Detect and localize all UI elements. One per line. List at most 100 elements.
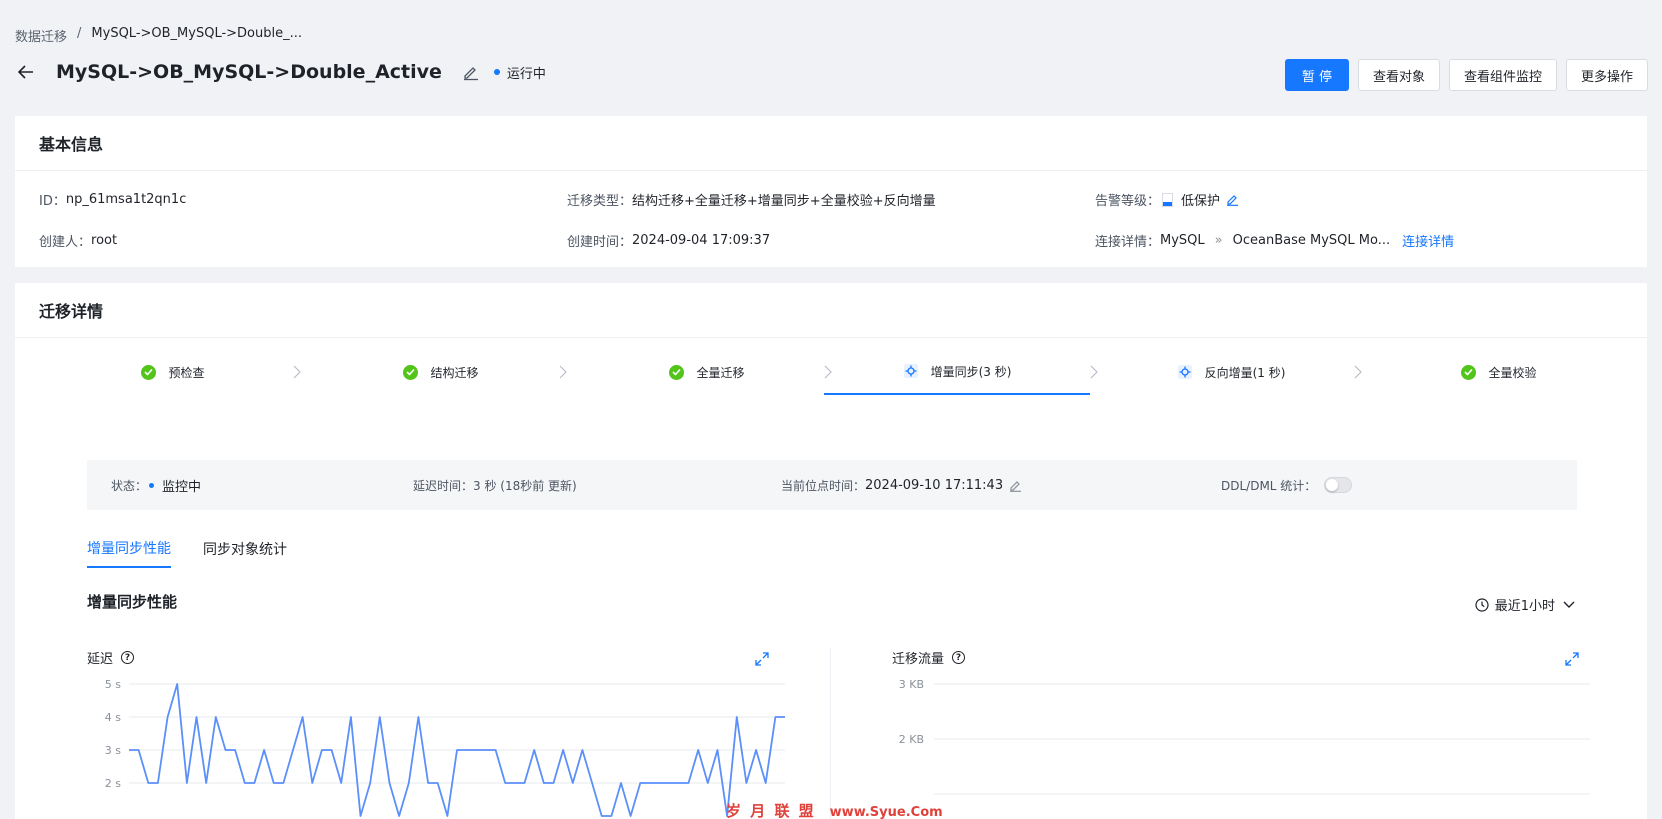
sync-icon (903, 363, 919, 379)
checkpoint-label: 当前位点时间： (781, 478, 866, 493)
more-actions-button[interactable]: 更多操作 (1565, 59, 1648, 91)
ddl-label: DDL/DML 统计： (1221, 478, 1317, 493)
chart-divider (830, 648, 831, 819)
edit-alert-icon[interactable] (1226, 193, 1239, 206)
breadcrumb-current: MySQL->OB_MySQL->Double_... (91, 26, 303, 41)
breadcrumb-separator: / (77, 26, 82, 41)
performance-section-title: 增量同步性能 (87, 593, 178, 611)
info-alert: 告警等级： 低保护 (1095, 190, 1239, 209)
info-id: ID： np_61msa1t2qn1c (39, 190, 186, 209)
alert-label: 告警等级： (1095, 194, 1161, 209)
delay-label: 延迟时间： (413, 478, 474, 493)
edit-checkpoint-icon[interactable] (1009, 479, 1022, 492)
created-value: 2024-09-04 17:09:37 (632, 233, 771, 248)
alert-level-icon (1162, 192, 1174, 207)
delay-chart: 5 s 4 s 3 s 2 s (105, 678, 785, 817)
breadcrumb-root[interactable]: 数据迁移 (15, 26, 67, 45)
step-label: 全量校验 (1488, 365, 1537, 380)
step-precheck[interactable]: 预检查 (47, 349, 299, 395)
status-dot-icon (493, 69, 500, 75)
sub-tabs: 增量同步性能 同步对象统计 (87, 530, 287, 568)
ddl-dml-toggle[interactable] (1324, 477, 1353, 493)
info-connection: 连接详情： MySQL » OceanBase MySQL Mo... 连接详情 (1095, 231, 1454, 250)
info-type: 迁移类型： 结构迁移+全量迁移+增量同步+全量校验+反向增量 (567, 190, 936, 209)
view-objects-button[interactable]: 查看对象 (1357, 59, 1440, 91)
conn-details-link[interactable]: 连接详情 (1402, 231, 1454, 250)
state-value: 监控中 (162, 479, 202, 495)
basic-info-card: 基本信息 ID： np_61msa1t2qn1c 迁移类型： 结构迁移+全量迁移… (15, 116, 1647, 267)
check-icon (403, 364, 419, 380)
alert-value: 低保护 (1181, 194, 1221, 209)
y-tick-label: 2 s (105, 777, 121, 790)
pause-button[interactable]: 暂 停 (1284, 59, 1349, 91)
sync-status-bar: 状态： 监控中 延迟时间： 3 秒 (18秒前 更新) 当前位点时间： 2024… (87, 460, 1577, 510)
chevron-right-icon (1354, 365, 1362, 379)
y-tick-label: 2 KB (899, 733, 924, 746)
back-arrow-icon[interactable] (14, 60, 38, 84)
id-label: ID： (39, 194, 66, 209)
page-title: MySQL->OB_MySQL->Double_Active (56, 61, 442, 83)
expand-icon[interactable] (1565, 652, 1579, 666)
ddl-dml-stats: DDL/DML 统计： (1221, 460, 1353, 510)
traffic-chart: 3 KB 2 KB (899, 678, 1590, 795)
conn-label: 连接详情： (1095, 235, 1161, 250)
step-schema-migration[interactable]: 结构迁移 (315, 349, 567, 395)
time-range-select[interactable]: 最近1小时 (1475, 595, 1575, 614)
clock-icon (1475, 597, 1489, 612)
creator-label: 创建人： (39, 235, 92, 250)
check-icon (669, 364, 685, 380)
help-icon[interactable]: ? (121, 651, 135, 664)
step-full-migration[interactable]: 全量迁移 (581, 349, 833, 395)
info-creator: 创建人： root (39, 231, 117, 250)
delay-chart-title: 延迟 ? (87, 648, 135, 667)
help-icon[interactable]: ? (952, 651, 966, 664)
delay-chart-label: 延迟 (87, 652, 114, 667)
id-value: np_61msa1t2qn1c (65, 192, 187, 207)
steps-bar: 预检查 结构迁移 全量迁移 增量同步(3 秒) 反向增量(1 秒) 全量校验 (15, 349, 1647, 395)
delay-value: 3 秒 (18秒前 更新) (473, 478, 577, 493)
info-created: 创建时间： 2024-09-04 17:09:37 (567, 231, 770, 250)
step-label: 预检查 (168, 365, 205, 380)
step-label: 全量迁移 (696, 365, 745, 380)
conn-arrow-icon: » (1214, 233, 1223, 248)
step-incremental-sync[interactable]: 增量同步(3 秒) (824, 349, 1090, 395)
type-label: 迁移类型： (567, 194, 633, 209)
title-row: MySQL->OB_MySQL->Double_Active 运行中 (14, 60, 546, 84)
sync-delay: 延迟时间： 3 秒 (18秒前 更新) (413, 460, 577, 510)
creator-value: root (91, 233, 118, 248)
y-tick-label: 3 s (105, 744, 121, 757)
created-label: 创建时间： (567, 235, 633, 250)
sync-icon (1177, 364, 1193, 380)
breadcrumb: 数据迁移 / MySQL->OB_MySQL->Double_... (15, 26, 302, 45)
expand-icon[interactable] (755, 652, 769, 666)
y-tick-label: 4 s (105, 711, 121, 724)
step-reverse-incremental[interactable]: 反向增量(1 秒) (1105, 349, 1357, 395)
check-icon (1461, 364, 1477, 380)
tab-sync-object-stats[interactable]: 同步对象统计 (203, 530, 287, 568)
chevron-right-icon (1090, 365, 1098, 379)
basic-info-title: 基本信息 (15, 116, 1647, 171)
step-full-verification[interactable]: 全量校验 (1373, 349, 1625, 395)
traffic-chart-label: 迁移流量 (892, 652, 945, 667)
watermark-text: 岁 月 联 盟 (726, 802, 816, 819)
tab-incremental-performance[interactable]: 增量同步性能 (87, 530, 171, 568)
checkpoint-value: 2024-09-10 17:11:43 (865, 477, 1004, 493)
edit-title-icon[interactable] (462, 63, 480, 81)
conn-target: OceanBase MySQL Mo... (1232, 233, 1391, 248)
check-icon (141, 364, 157, 380)
status-badge: 运行中 (493, 63, 546, 82)
chevron-down-icon (1563, 601, 1575, 609)
step-label: 反向增量(1 秒) (1204, 365, 1286, 380)
y-tick-label: 5 s (105, 678, 121, 691)
type-value: 结构迁移+全量迁移+增量同步+全量校验+反向增量 (632, 194, 936, 209)
state-label: 状态： (111, 478, 148, 493)
chevron-right-icon (293, 365, 301, 379)
time-range-value: 最近1小时 (1494, 599, 1555, 614)
migration-details-title: 迁移详情 (15, 283, 1647, 338)
migration-details-card: 迁移详情 预检查 结构迁移 全量迁移 增量同步(3 秒) 反向增量(1 秒) 全… (15, 283, 1647, 819)
view-monitor-button[interactable]: 查看组件监控 (1448, 59, 1557, 91)
checkpoint-time: 当前位点时间： 2024-09-10 17:11:43 (781, 460, 1022, 510)
status-text: 运行中 (506, 66, 546, 82)
y-tick-label: 3 KB (899, 678, 924, 691)
traffic-chart-title: 迁移流量 ? (892, 648, 966, 667)
